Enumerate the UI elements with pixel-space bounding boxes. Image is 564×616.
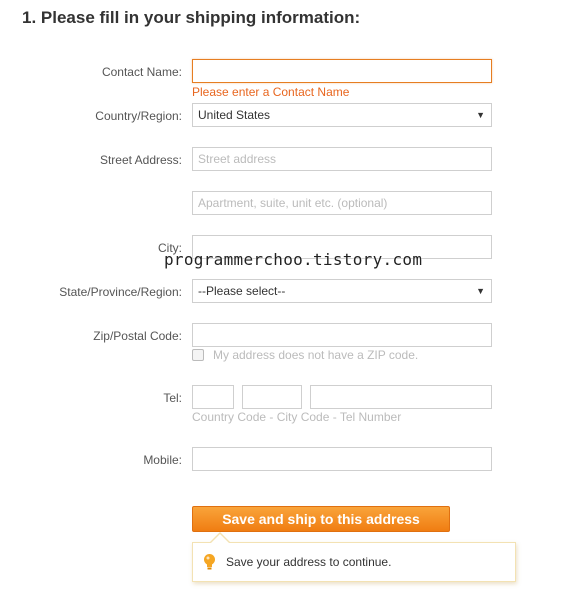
contact-name-label: Contact Name: (101, 65, 182, 79)
no-zip-checkbox[interactable] (192, 349, 204, 361)
mobile-input[interactable] (192, 447, 492, 471)
dropdown-arrow-icon: ▼ (476, 110, 485, 120)
dropdown-arrow-icon: ▼ (476, 286, 485, 296)
save-address-button[interactable]: Save and ship to this address (192, 506, 450, 532)
no-zip-checkbox-label: My address does not have a ZIP code. (213, 348, 419, 362)
contact-name-error: Please enter a Contact Name (192, 85, 350, 99)
mobile-label: Mobile: (143, 453, 182, 467)
city-label: City: (158, 241, 182, 255)
country-label: Country/Region: (95, 109, 182, 123)
tel-city-code-input[interactable] (242, 385, 302, 409)
lightbulb-icon (203, 553, 216, 576)
tel-number-input[interactable] (310, 385, 492, 409)
zip-input[interactable] (192, 323, 492, 347)
tel-country-code-input[interactable] (192, 385, 234, 409)
tooltip-arrow-fill (211, 534, 229, 543)
street-address-input[interactable]: Street address (192, 147, 492, 171)
state-select[interactable]: --Please select-- ▼ (192, 279, 492, 303)
country-select[interactable]: United States ▼ (192, 103, 492, 127)
state-label: State/Province/Region: (59, 285, 182, 299)
street-address-line2-input[interactable]: Apartment, suite, unit etc. (optional) (192, 191, 492, 215)
contact-name-input[interactable] (192, 59, 492, 83)
watermark-text: programmerchoo.tistory.com (164, 250, 423, 269)
tel-label: Tel: (163, 391, 182, 405)
form-heading: 1. Please fill in your shipping informat… (22, 8, 361, 27)
country-selected-value: United States (198, 108, 271, 122)
state-selected-value: --Please select-- (198, 284, 286, 298)
street-address-label: Street Address: (99, 153, 182, 167)
tel-hint: Country Code - City Code - Tel Number (192, 410, 402, 424)
tooltip-text: Save your address to continue. (226, 555, 392, 569)
zip-label: Zip/Postal Code: (93, 329, 182, 343)
